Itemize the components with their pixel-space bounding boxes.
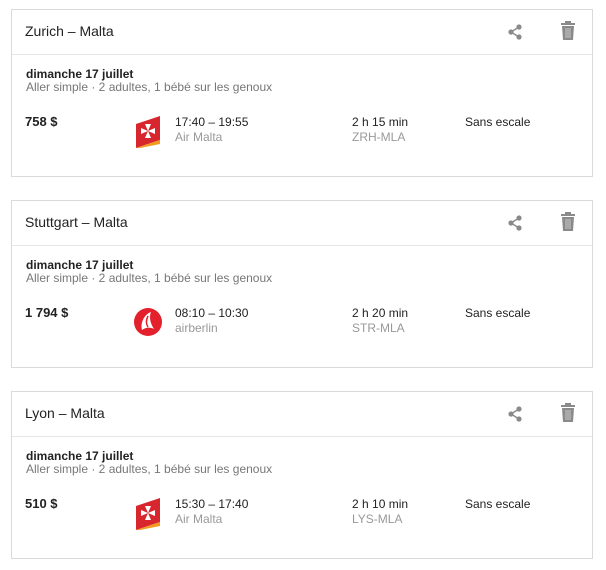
airline-name: airberlin bbox=[175, 321, 218, 335]
trip-details: Aller simple · 2 adultes, 1 bébé sur les… bbox=[26, 462, 273, 476]
route-title[interactable]: Stuttgart – Malta bbox=[25, 214, 128, 230]
card-header: Stuttgart – Malta bbox=[12, 201, 592, 246]
flight-date: dimanche 17 juillet bbox=[26, 258, 134, 272]
route-title[interactable]: Lyon – Malta bbox=[25, 405, 105, 421]
airline-name: Air Malta bbox=[175, 130, 223, 144]
flight-duration: 2 h 10 min bbox=[352, 497, 409, 511]
air-malta-logo-icon bbox=[132, 114, 164, 148]
stops-info: Sans escale bbox=[465, 115, 531, 129]
card-header: Zurich – Malta bbox=[12, 10, 592, 55]
flight-date: dimanche 17 juillet bbox=[26, 449, 134, 463]
flight-price[interactable]: 510 $ bbox=[25, 496, 58, 511]
trip-details: Aller simple · 2 adultes, 1 bébé sur les… bbox=[26, 80, 273, 94]
share-icon[interactable] bbox=[506, 213, 524, 233]
air-malta-logo-icon bbox=[132, 496, 164, 530]
flight-price[interactable]: 1 794 $ bbox=[25, 305, 68, 320]
share-icon[interactable] bbox=[506, 404, 524, 424]
flight-times: 08:10 – 10:30 bbox=[175, 306, 249, 320]
airport-codes: STR-MLA bbox=[352, 321, 405, 335]
stops-info: Sans escale bbox=[465, 497, 531, 511]
airberlin-logo-icon bbox=[132, 305, 164, 339]
trip-details: Aller simple · 2 adultes, 1 bébé sur les… bbox=[26, 271, 273, 285]
airline-name: Air Malta bbox=[175, 512, 223, 526]
card-header: Lyon – Malta bbox=[12, 392, 592, 437]
airport-codes: LYS-MLA bbox=[352, 512, 403, 526]
trash-icon[interactable] bbox=[559, 402, 577, 424]
flight-duration: 2 h 15 min bbox=[352, 115, 409, 129]
flight-times: 15:30 – 17:40 bbox=[175, 497, 249, 511]
saved-flight-card: Stuttgart – Malta dimanche 17 juillet Al… bbox=[11, 200, 593, 368]
flight-duration: 2 h 20 min bbox=[352, 306, 409, 320]
trash-icon[interactable] bbox=[559, 20, 577, 42]
trash-icon[interactable] bbox=[559, 211, 577, 233]
flight-price[interactable]: 758 $ bbox=[25, 114, 58, 129]
share-icon[interactable] bbox=[506, 22, 524, 42]
route-title[interactable]: Zurich – Malta bbox=[25, 23, 114, 39]
stops-info: Sans escale bbox=[465, 306, 531, 320]
flight-times: 17:40 – 19:55 bbox=[175, 115, 249, 129]
saved-flight-card: Zurich – Malta dimanche 17 juillet Aller… bbox=[11, 9, 593, 177]
airport-codes: ZRH-MLA bbox=[352, 130, 406, 144]
saved-flight-card: Lyon – Malta dimanche 17 juillet Aller s… bbox=[11, 391, 593, 559]
flight-date: dimanche 17 juillet bbox=[26, 67, 134, 81]
